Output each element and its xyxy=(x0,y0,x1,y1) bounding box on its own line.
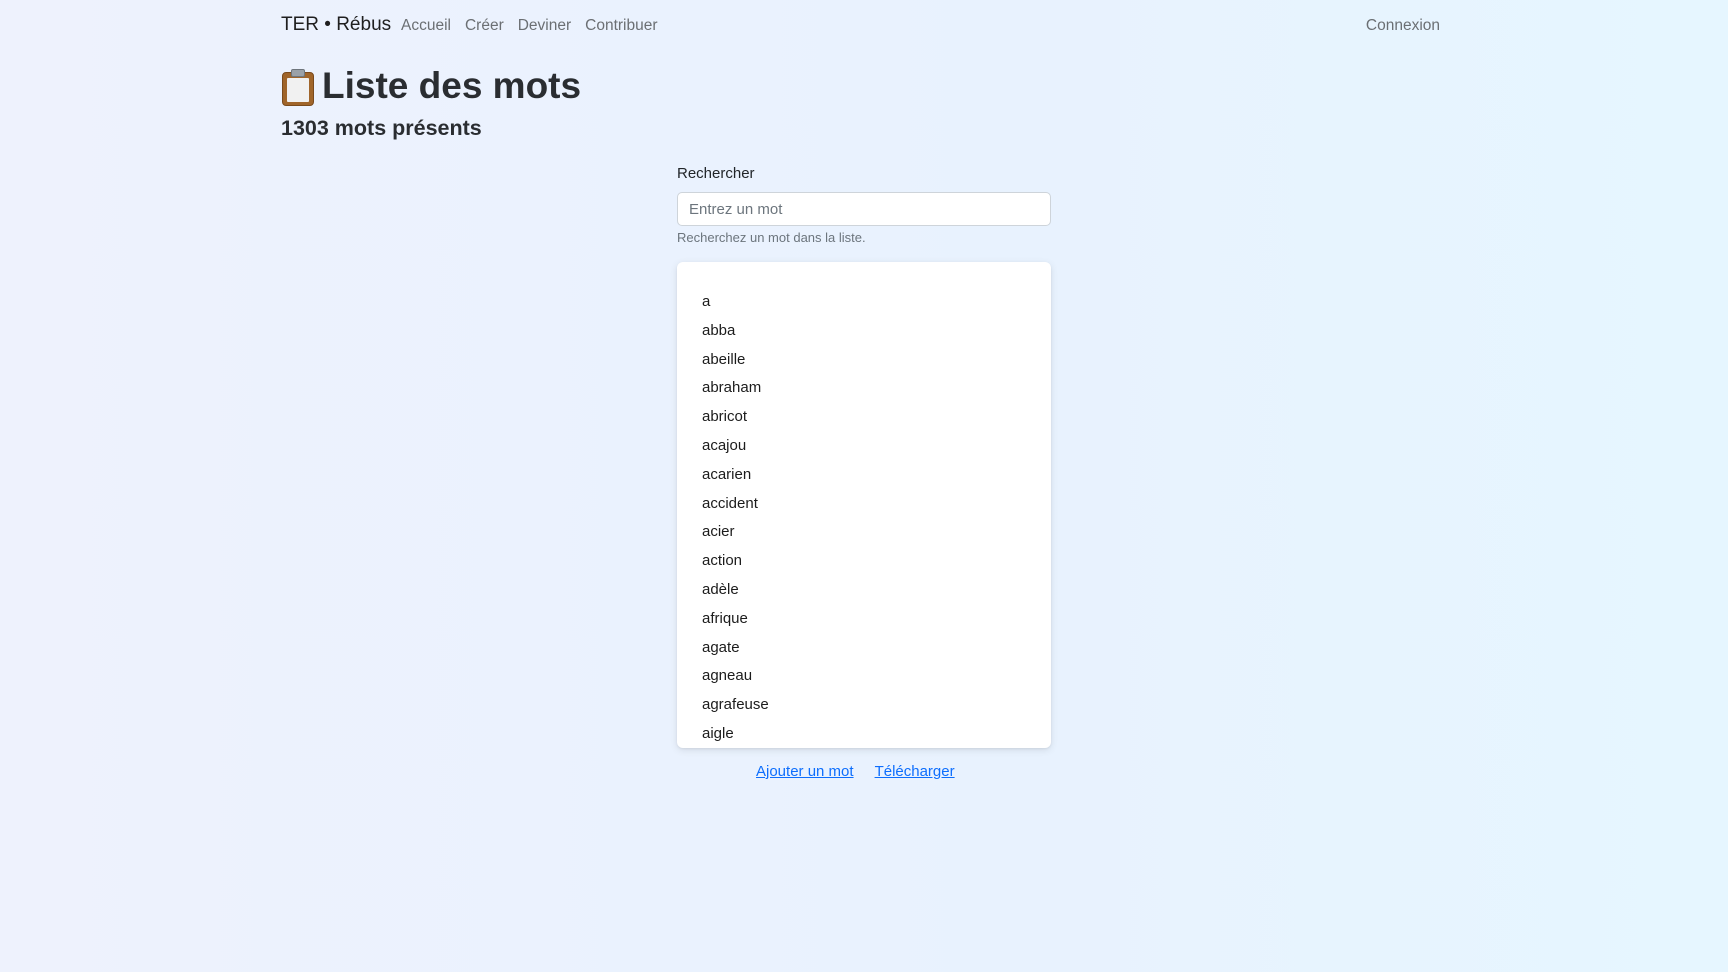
brand-link[interactable]: TER • Rébus xyxy=(281,14,391,36)
word-count: 1303 mots présents xyxy=(281,116,482,140)
list-item[interactable]: agrafeuse xyxy=(702,691,769,720)
nav-links: Accueil Créer Deviner Contribuer xyxy=(401,17,672,35)
download-link[interactable]: Télécharger xyxy=(875,763,955,780)
list-item[interactable]: abricot xyxy=(702,403,769,432)
search-label: Rechercher xyxy=(677,165,755,182)
list-item[interactable]: abraham xyxy=(702,374,769,403)
list-item[interactable]: adèle xyxy=(702,576,769,605)
word-list-card[interactable]: a abba abeille abraham abricot acajou acarien a… xyxy=(677,262,1051,748)
list-item[interactable]: acarien xyxy=(702,461,769,490)
list-item[interactable]: a xyxy=(702,288,769,317)
footer-links: Ajouter un mot Télécharger xyxy=(756,763,955,780)
page-title: Liste des mots xyxy=(280,64,581,107)
list-item[interactable]: aigle xyxy=(702,720,769,748)
clipboard-icon xyxy=(280,67,316,107)
list-item[interactable]: agneau xyxy=(702,662,769,691)
list-item[interactable]: afrique xyxy=(702,605,769,634)
list-item[interactable]: acajou xyxy=(702,432,769,461)
list-item[interactable]: acier xyxy=(702,518,769,547)
nav-link-contribuer[interactable]: Contribuer xyxy=(585,17,657,35)
list-item[interactable]: accident xyxy=(702,490,769,519)
search-input[interactable] xyxy=(677,192,1051,226)
navbar: TER • Rébus Accueil Créer Deviner Contri… xyxy=(0,0,1728,52)
list-item[interactable]: action xyxy=(702,547,769,576)
search-help-text: Recherchez un mot dans la liste. xyxy=(677,230,866,245)
nav-link-creer[interactable]: Créer xyxy=(465,17,504,35)
add-word-link[interactable]: Ajouter un mot xyxy=(756,763,854,780)
nav-link-accueil[interactable]: Accueil xyxy=(401,17,451,35)
word-list: a abba abeille abraham abricot acajou acarien a… xyxy=(702,288,769,748)
list-item[interactable]: abba xyxy=(702,317,769,346)
list-item[interactable]: agate xyxy=(702,634,769,663)
nav-link-deviner[interactable]: Deviner xyxy=(518,17,571,35)
login-link[interactable]: Connexion xyxy=(1366,17,1440,35)
page-title-text: Liste des mots xyxy=(322,64,582,106)
list-item[interactable]: abeille xyxy=(702,346,769,375)
